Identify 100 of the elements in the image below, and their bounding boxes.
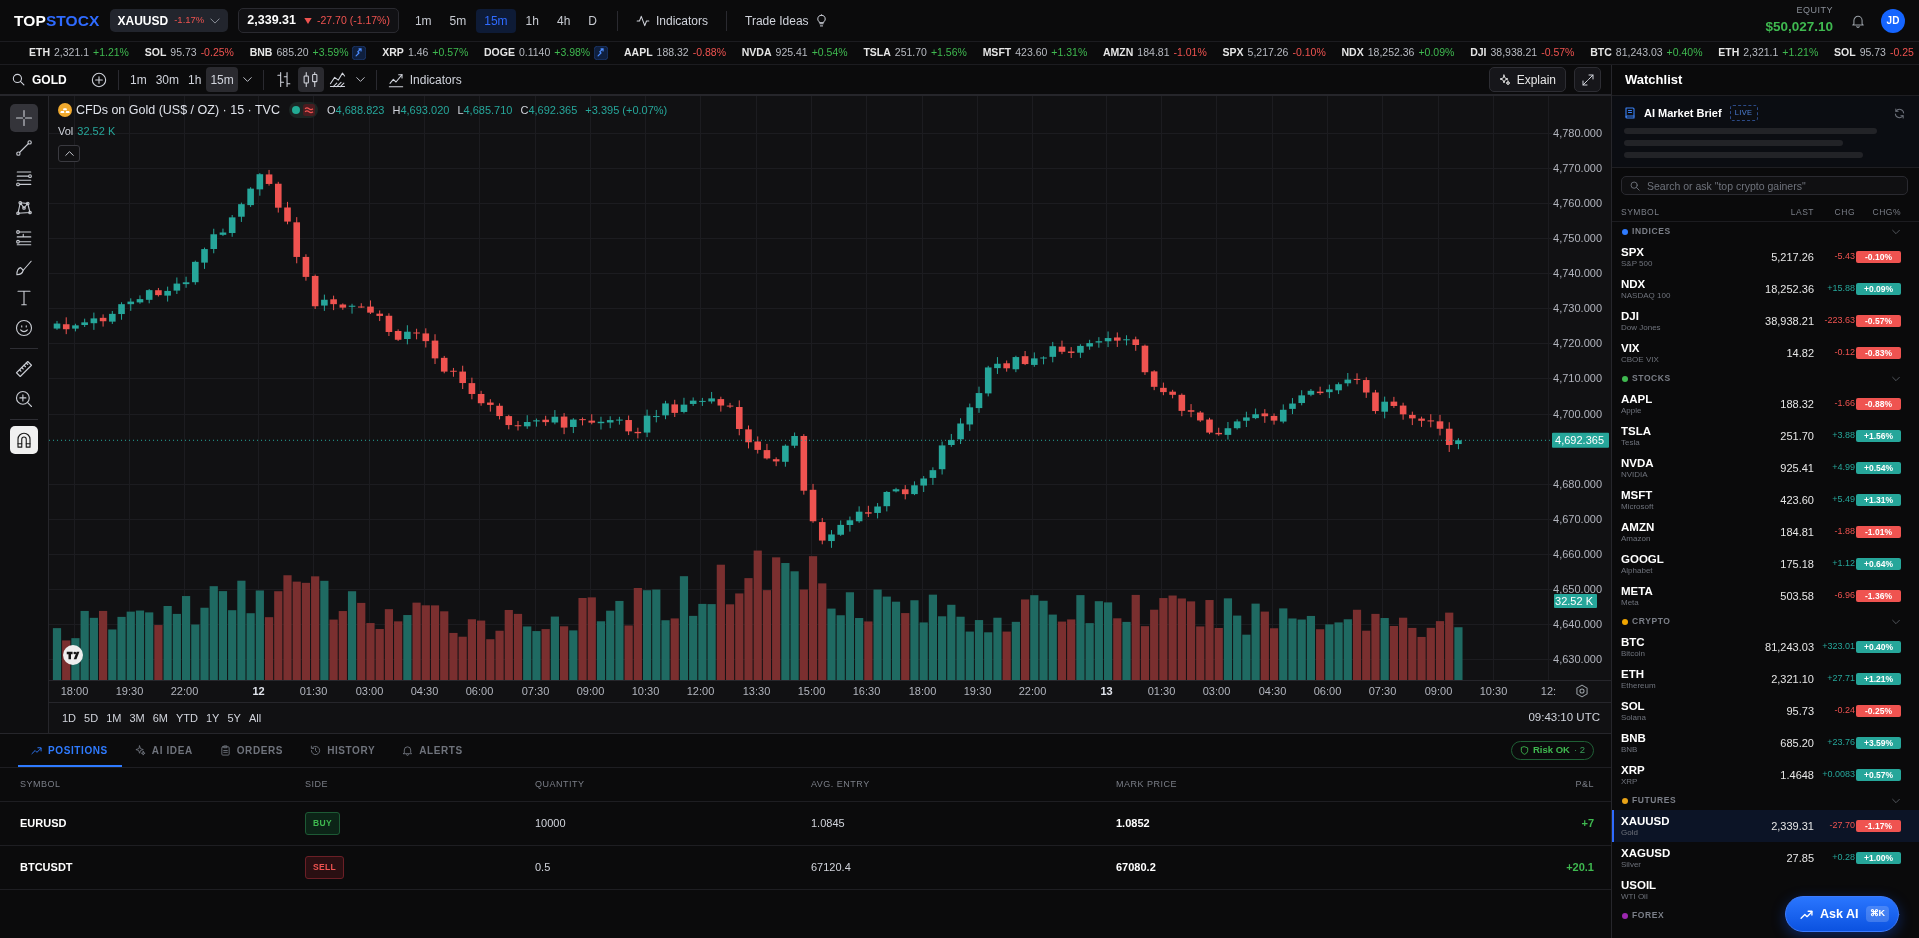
ticker-change: +1.56% xyxy=(930,45,967,61)
watchlist-row[interactable]: XAUUSD Gold 2,339.31 -27.70 -1.17% xyxy=(1612,810,1919,842)
level-lines-icon xyxy=(15,229,33,247)
column-header: SYMBOL xyxy=(20,777,62,791)
time-axis-label: 10:30 xyxy=(631,685,660,697)
watchlist-row[interactable]: SPX S&P 500 5,217.26 -5.43 -0.10% xyxy=(1612,241,1919,273)
symbol-search-button[interactable]: GOLD xyxy=(12,70,86,89)
refresh-icon[interactable] xyxy=(1894,107,1905,119)
watchlist-symbol: AAPL xyxy=(1621,392,1654,406)
user-avatar[interactable]: JD xyxy=(1881,8,1905,33)
watchlist-row[interactable]: XAGUSD Silver 27.85 +0.28 +1.00% xyxy=(1612,842,1919,874)
range-button[interactable]: 3M xyxy=(125,707,149,729)
ticker-price: 2,321.1 xyxy=(1743,45,1779,61)
price-change: -27.70 xyxy=(1828,819,1855,833)
watchlist-row[interactable]: ETH Ethereum 2,321.10 +27.71 +1.21% xyxy=(1612,663,1919,695)
utc-clock: 09:43:10 UTC xyxy=(1528,710,1600,726)
ticker-symbol: NDX xyxy=(1341,45,1364,61)
risk-count: · 2 xyxy=(1573,743,1585,758)
price-axis-label: 4,730.000 xyxy=(1553,302,1602,315)
watchlist-row[interactable]: AAPL Apple 188.32 -1.66 -0.88% xyxy=(1612,388,1919,420)
smiley-icon xyxy=(15,319,33,337)
indicators-button[interactable]: Indicators xyxy=(630,7,715,34)
trade-ideas-button[interactable]: Trade Ideas xyxy=(739,7,834,34)
panel-tab[interactable]: HISTORY xyxy=(297,734,390,767)
time-axis-label: 19:30 xyxy=(963,685,992,697)
last-price: 18,252.36 xyxy=(1764,281,1814,297)
book-icon xyxy=(1624,107,1636,119)
watchlist-symbol: MSFT xyxy=(1621,488,1654,502)
range-button[interactable]: 5Y xyxy=(223,707,245,729)
price-axis-label: 4,780.000 xyxy=(1553,127,1602,139)
quantity-value: 0.5 xyxy=(535,860,552,876)
range-button[interactable]: 5D xyxy=(80,707,103,729)
watchlist-row[interactable]: XRP XRP 1.4648 +0.0083 +0.57% xyxy=(1612,759,1919,791)
price-change: +5.49 xyxy=(1831,493,1855,507)
watchlist-row[interactable]: SOL Solana 95.73 -0.24 -0.25% xyxy=(1612,695,1919,727)
fullscreen-button[interactable] xyxy=(1574,67,1601,92)
watchlist-row[interactable]: MSFT Microsoft 423.60 +5.49 +1.31% xyxy=(1612,484,1919,516)
indicators-button[interactable]: Indicators xyxy=(383,67,466,92)
watchlist-row[interactable]: AMZN Amazon 184.81 -1.88 -1.01% xyxy=(1612,516,1919,548)
timeframe-tab[interactable]: D xyxy=(580,8,605,33)
search-field[interactable]: Search or ask "top crypto gainers" xyxy=(1621,176,1908,195)
timeframe-tab[interactable]: 15m xyxy=(476,8,516,33)
change-percent-tag: -1.01% xyxy=(1856,526,1901,538)
panel-tab[interactable]: ORDERS xyxy=(206,734,298,767)
chart-type-button[interactable] xyxy=(297,67,324,92)
interval-tab[interactable]: 1h xyxy=(184,67,206,92)
risk-status-text: Risk OK xyxy=(1532,743,1570,758)
ticker-change: +1.21% xyxy=(93,45,129,61)
watchlist-row[interactable]: DJI Dow Jones 38,938.21 -223.63 -0.57% xyxy=(1612,305,1919,337)
timeframe-tab[interactable]: 5m xyxy=(441,8,475,33)
watchlist-row[interactable]: TSLA Tesla 251.70 +3.88 +1.56% xyxy=(1612,420,1919,452)
price-change: +0.28 xyxy=(1831,851,1855,865)
panel-tab[interactable]: POSITIONS xyxy=(18,734,122,767)
shield-icon xyxy=(1519,746,1529,755)
timeframe-tab[interactable]: 1h xyxy=(517,8,547,33)
watchlist-row[interactable]: BTC Bitcoin 81,243.03 +323.01 +0.40% xyxy=(1612,631,1919,663)
crosshair-tool-button[interactable] xyxy=(10,104,38,132)
magnet-tool-button[interactable] xyxy=(10,426,38,454)
ticker-symbol: SOL xyxy=(144,45,167,61)
ticker-change: -0.57% xyxy=(1541,45,1575,61)
watchlist-row[interactable]: META Meta 503.58 -6.96 -1.36% xyxy=(1612,580,1919,612)
symbol-selector[interactable]: XAUUSD -1.17% xyxy=(109,9,229,32)
range-button[interactable]: 6M xyxy=(148,707,172,729)
settings-icon[interactable] xyxy=(1576,685,1588,697)
ask-ai-button[interactable]: Ask AI ⌘K xyxy=(1785,896,1899,932)
collapse-legend-button[interactable] xyxy=(58,145,80,162)
trend-line-icon xyxy=(15,139,33,157)
time-axis-label: 10:30 xyxy=(1479,685,1508,697)
ticker-change: +0.40% xyxy=(1666,45,1703,61)
volume-value: 32.52 K xyxy=(77,123,116,139)
panel-tab[interactable]: ALERTS xyxy=(389,734,477,767)
watchlist-row[interactable]: VIX CBOE VIX 14.82 -0.12 -0.83% xyxy=(1612,337,1919,369)
watchlist-row[interactable]: BNB BNB 685.20 +23.76 +3.59% xyxy=(1612,727,1919,759)
range-button[interactable]: 1M xyxy=(102,707,126,729)
panel-tab[interactable]: AI IDEA xyxy=(121,734,207,767)
interval-tab[interactable]: 1m xyxy=(126,67,151,92)
watchlist-row[interactable]: NVDA NVIDIA 925.41 +4.99 +0.54% xyxy=(1612,452,1919,484)
watchlist-symbol: SPX xyxy=(1621,245,1645,259)
timeframe-tab[interactable]: 4h xyxy=(548,8,579,33)
price-axis-label: 4,740.000 xyxy=(1553,267,1602,280)
time-axis-label: 07:30 xyxy=(1368,685,1397,697)
price-change: +27.71 xyxy=(1826,672,1855,686)
range-button[interactable]: All xyxy=(244,707,266,729)
ohlc-value: 4,688.823 xyxy=(335,102,385,118)
last-price: 503.58 xyxy=(1779,588,1814,604)
price-change: +23.76 xyxy=(1826,736,1855,750)
interval-tab[interactable]: 30m xyxy=(151,67,183,92)
timeframe-tab[interactable]: 1m xyxy=(406,8,440,33)
watchlist-symbol: ETH xyxy=(1621,667,1645,681)
range-button[interactable]: YTD xyxy=(171,707,202,729)
ohlc-label: H xyxy=(392,102,401,118)
ticker-change: +1.31% xyxy=(1051,45,1088,61)
range-button[interactable]: 1D xyxy=(58,707,81,729)
explain-button[interactable]: Explain xyxy=(1488,67,1566,92)
watchlist-row[interactable]: NDX NASDAQ 100 18,252.36 +15.88 +0.09% xyxy=(1612,273,1919,305)
interval-tab[interactable]: 15m xyxy=(206,67,238,92)
watchlist-row[interactable]: GOOGL Alphabet 175.18 +1.12 +0.64% xyxy=(1612,548,1919,580)
column-header: SYMBOL xyxy=(1621,205,1661,219)
group-label: CRYPTO xyxy=(1632,615,1671,628)
range-button[interactable]: 1Y xyxy=(201,707,224,729)
